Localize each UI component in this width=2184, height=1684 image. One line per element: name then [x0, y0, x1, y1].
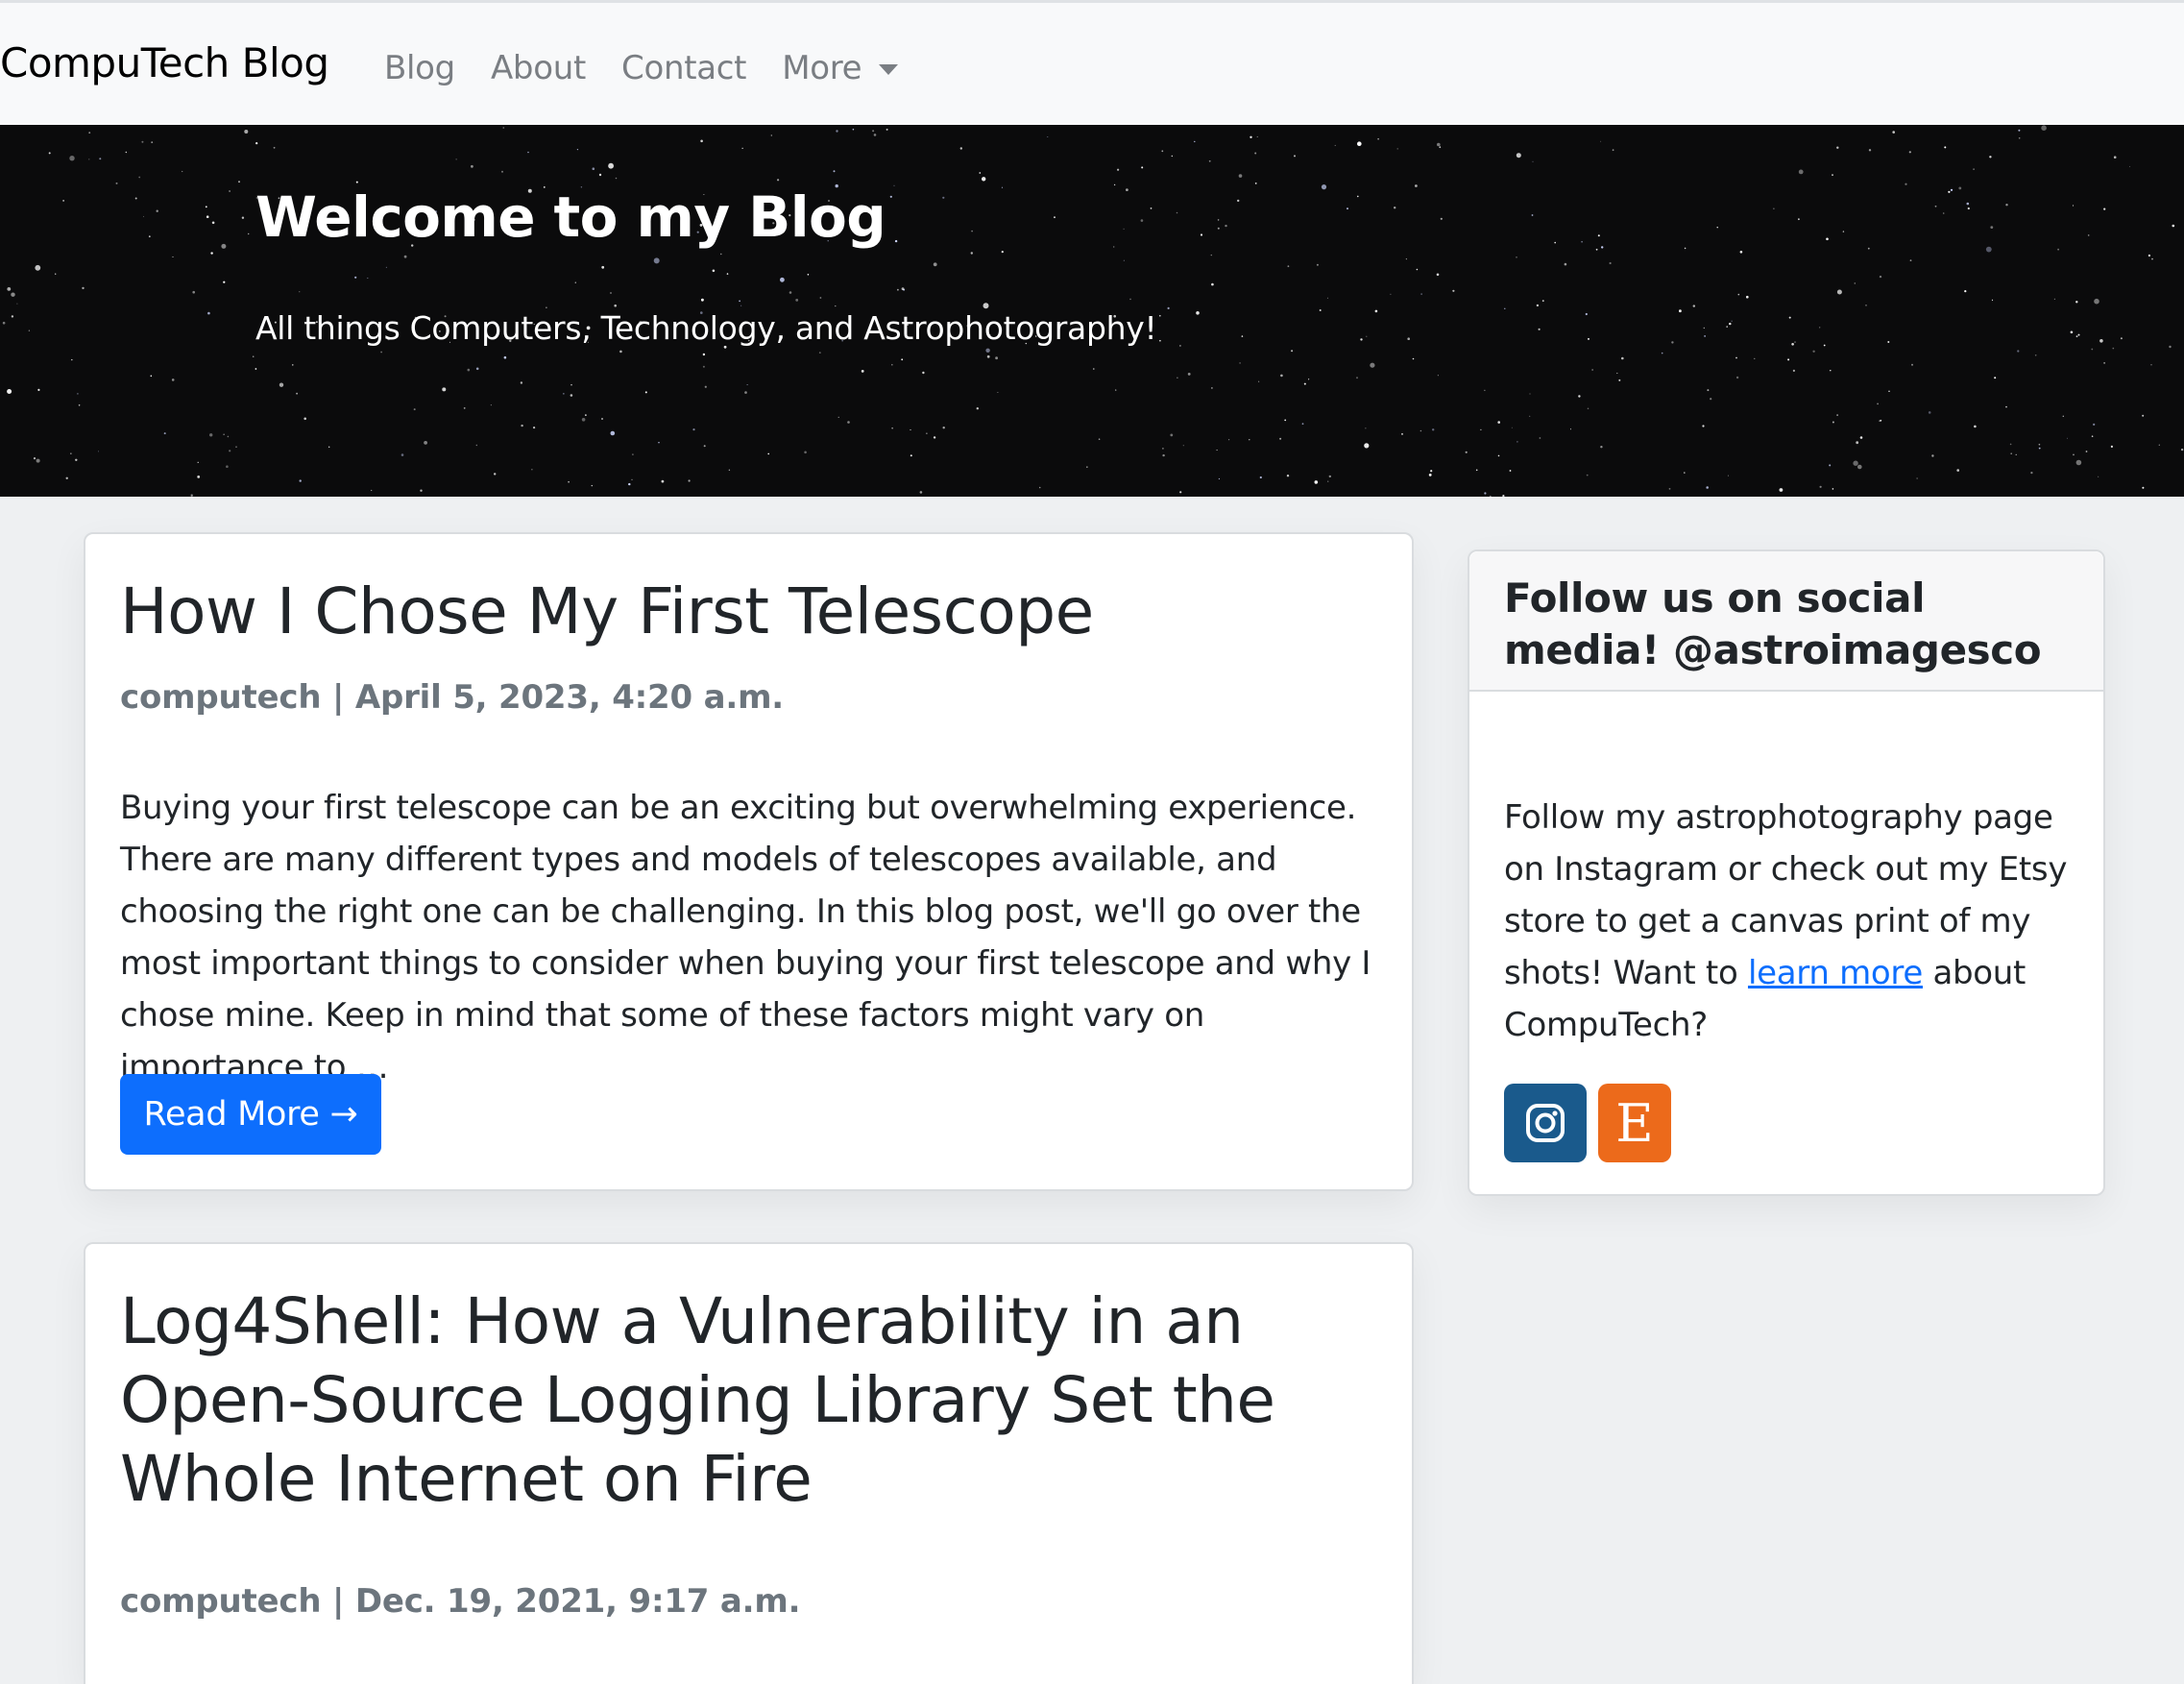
- instagram-button[interactable]: [1504, 1084, 1587, 1162]
- post-title[interactable]: How I Chose My First Telescope: [120, 573, 1094, 651]
- social-card-text: Follow my astrophotography page on Insta…: [1504, 792, 2080, 1051]
- nav-dropdown-label: More: [782, 49, 862, 87]
- instagram-icon: [1526, 1104, 1565, 1142]
- post-card: How I Chose My First Telescope computech…: [84, 532, 1414, 1191]
- learn-more-link[interactable]: learn more: [1748, 954, 1923, 992]
- hero-title: Welcome to my Blog: [255, 184, 886, 250]
- caret-down-icon: [879, 63, 899, 75]
- social-card-header: Follow us on social media! @astroimagesc…: [1469, 551, 2103, 692]
- nav-link-blog[interactable]: Blog: [384, 49, 455, 87]
- read-more-button[interactable]: Read More →: [120, 1074, 381, 1155]
- hero-banner: Welcome to my Blog All things Computers,…: [0, 125, 2184, 497]
- post-meta: computech | Dec. 19, 2021, 9:17 a.m.: [120, 1582, 801, 1621]
- social-media-card: Follow us on social media! @astroimagesc…: [1468, 549, 2105, 1196]
- post-card: Log4Shell: How a Vulnerability in an Ope…: [84, 1242, 1414, 1684]
- brand-link[interactable]: CompuTech Blog: [0, 39, 329, 86]
- etsy-icon: E: [1615, 1092, 1654, 1154]
- hero-subtitle: All things Computers, Technology, and As…: [255, 309, 1157, 347]
- nav-links: Blog About Contact More: [384, 49, 934, 87]
- post-title[interactable]: Log4Shell: How a Vulnerability in an Ope…: [120, 1282, 1369, 1519]
- post-excerpt: Buying your first telescope can be an ex…: [120, 789, 1371, 1086]
- navbar: CompuTech Blog Blog About Contact More: [0, 0, 2184, 125]
- post-meta: computech | April 5, 2023, 4:20 a.m.: [120, 678, 785, 717]
- social-card-title: Follow us on social media! @astroimagesc…: [1504, 574, 2042, 673]
- nav-dropdown-more[interactable]: More: [782, 49, 899, 87]
- nav-link-about[interactable]: About: [491, 49, 586, 87]
- etsy-button[interactable]: E: [1598, 1084, 1671, 1162]
- nav-link-contact[interactable]: Contact: [621, 49, 746, 87]
- social-icons: E: [1504, 1084, 1671, 1162]
